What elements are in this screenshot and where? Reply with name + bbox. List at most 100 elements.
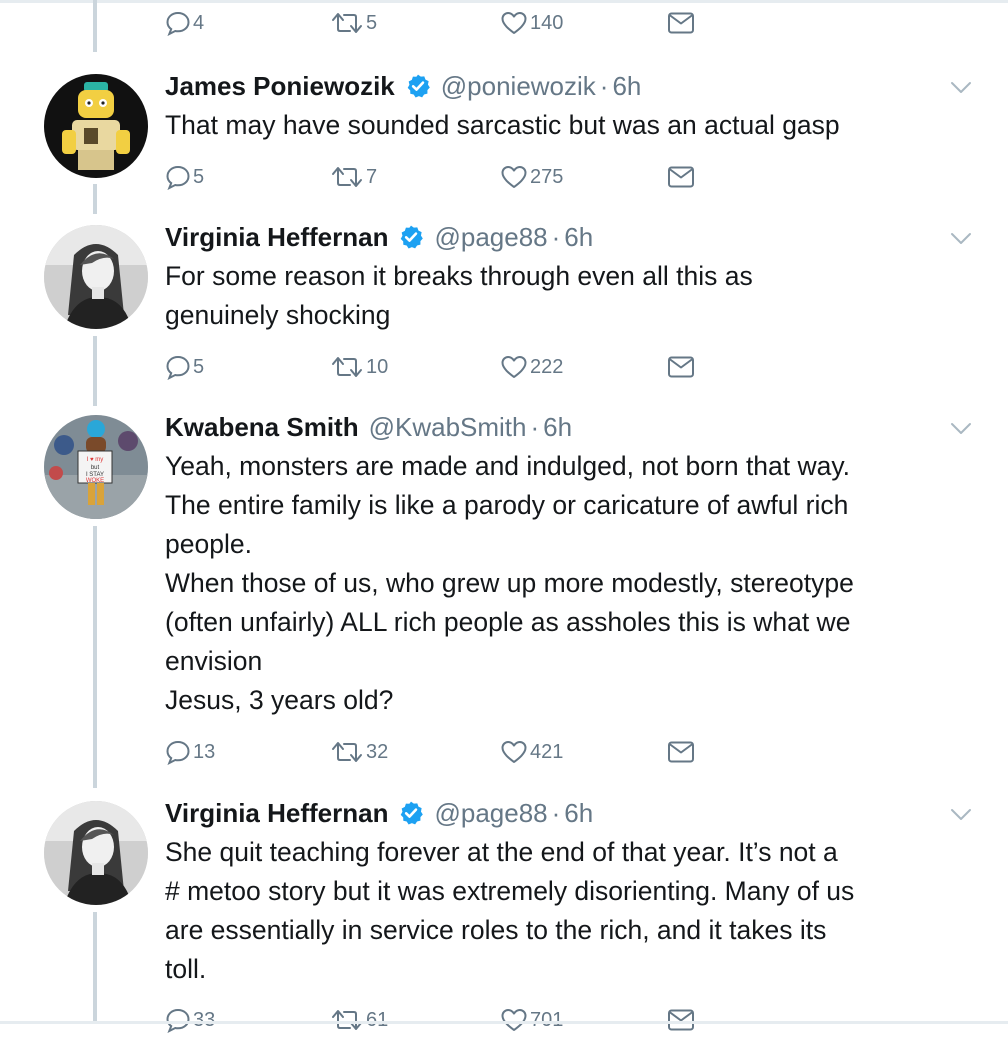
direct-message-icon <box>667 165 695 189</box>
like-icon <box>500 354 528 380</box>
display-name[interactable]: Virginia Heffernan <box>165 222 388 253</box>
direct-message-button[interactable] <box>667 350 695 384</box>
direct-message-icon <box>667 740 695 764</box>
like-count: 421 <box>530 740 564 763</box>
timestamp[interactable]: 6h <box>564 798 593 829</box>
like-button[interactable]: 140 <box>500 6 563 40</box>
retweet-count: 7 <box>366 165 378 188</box>
avatar[interactable] <box>44 801 148 905</box>
user-handle[interactable]: @KwabSmith <box>369 412 527 443</box>
retweet-icon <box>330 1007 364 1033</box>
verified-badge-icon <box>398 800 424 826</box>
retweet-count: 32 <box>366 740 389 763</box>
like-icon <box>500 164 528 190</box>
user-handle[interactable]: @poniewozik <box>441 71 596 102</box>
direct-message-icon <box>667 1008 695 1032</box>
woman-portrait-avatar <box>44 225 148 329</box>
reply-count: 5 <box>193 355 205 378</box>
reply-count: 33 <box>193 1008 216 1031</box>
like-icon <box>500 739 528 765</box>
tweet-text: For some reason it breaks through even a… <box>165 261 753 330</box>
chevron-down-icon[interactable] <box>950 231 972 247</box>
retweet-button[interactable]: 10 <box>330 350 388 384</box>
thread-line <box>93 526 97 788</box>
direct-message-icon <box>667 11 695 35</box>
chevron-down-icon[interactable] <box>950 421 972 437</box>
like-icon <box>500 1007 528 1033</box>
user-handle[interactable]: @page88 <box>434 798 547 829</box>
thread-line <box>93 0 97 52</box>
avatar[interactable] <box>44 225 148 329</box>
reply-button[interactable]: 33 <box>165 1003 215 1037</box>
reply-icon <box>165 354 191 380</box>
like-count: 275 <box>530 165 564 188</box>
reply-button[interactable]: 5 <box>165 160 204 194</box>
display-name[interactable]: James Poniewozik <box>165 71 395 102</box>
tweet-header: Kwabena Smith @KwabSmith · 6h <box>165 407 572 447</box>
tweet-text: That may have sounded sarcastic but was … <box>165 110 840 140</box>
svg-text:I ♥ my: I ♥ my <box>87 457 104 463</box>
like-count: 222 <box>530 355 564 378</box>
retweet-button[interactable]: 61 <box>330 1003 388 1037</box>
top-border <box>0 0 1008 3</box>
direct-message-button[interactable] <box>667 160 695 194</box>
timestamp[interactable]: 6h <box>612 71 641 102</box>
chevron-down-icon[interactable] <box>950 80 972 96</box>
retweet-button[interactable]: 5 <box>330 6 377 40</box>
like-count: 701 <box>530 1008 564 1031</box>
reply-count: 5 <box>193 165 205 188</box>
tweet-header: Virginia Heffernan @page88 · 6h <box>165 217 593 257</box>
separator-dot: · <box>551 797 561 828</box>
like-button[interactable]: 421 <box>500 735 563 769</box>
woman-portrait-avatar <box>44 801 148 905</box>
tweet-actions: 33 61 701 <box>165 1003 725 1037</box>
separator-dot: · <box>599 70 609 101</box>
like-button[interactable]: 222 <box>500 350 563 384</box>
tweet-actions: 5 10 222 <box>165 350 725 384</box>
tweet-actions: 4 5 140 <box>165 6 725 40</box>
reply-icon <box>165 164 191 190</box>
display-name[interactable]: Kwabena Smith <box>165 412 359 443</box>
reply-count: 4 <box>193 11 205 34</box>
reply-button[interactable]: 4 <box>165 6 204 40</box>
timestamp[interactable]: 6h <box>564 222 593 253</box>
like-count: 140 <box>530 11 564 34</box>
retweet-icon <box>330 164 364 190</box>
avatar[interactable]: I ♥ my but I STAY WOKE <box>44 415 148 519</box>
reply-button[interactable]: 5 <box>165 350 204 384</box>
reply-icon <box>165 739 191 765</box>
direct-message-button[interactable] <box>667 735 695 769</box>
direct-message-button[interactable] <box>667 1003 695 1037</box>
retweet-button[interactable]: 32 <box>330 735 388 769</box>
direct-message-button[interactable] <box>667 6 695 40</box>
reply-button[interactable]: 13 <box>165 735 215 769</box>
tweet-text: She quit teaching forever at the end of … <box>165 837 855 984</box>
chevron-down-icon[interactable] <box>950 807 972 823</box>
reply-icon <box>165 1007 191 1033</box>
separator-dot: · <box>530 411 540 442</box>
direct-message-icon <box>667 355 695 379</box>
retweet-count: 61 <box>366 1008 389 1031</box>
display-name[interactable]: Virginia Heffernan <box>165 798 388 829</box>
avatar[interactable] <box>44 74 148 178</box>
like-button[interactable]: 275 <box>500 160 563 194</box>
user-handle[interactable]: @page88 <box>434 222 547 253</box>
child-with-sign-avatar: I ♥ my but I STAY WOKE <box>44 415 148 519</box>
verified-badge-icon <box>405 73 431 99</box>
verified-badge-icon <box>398 224 424 250</box>
tweet-header: Virginia Heffernan @page88 · 6h <box>165 793 593 833</box>
timestamp[interactable]: 6h <box>543 412 572 443</box>
like-button[interactable]: 701 <box>500 1003 563 1037</box>
thread-line <box>93 336 97 406</box>
lego-figure-avatar <box>44 74 148 178</box>
like-icon <box>500 10 528 36</box>
retweet-button[interactable]: 7 <box>330 160 377 194</box>
thread-line <box>93 912 97 1024</box>
reply-count: 13 <box>193 740 216 763</box>
tweet-text: Yeah, monsters are made and indulged, no… <box>165 451 854 715</box>
separator-dot: · <box>551 221 561 252</box>
retweet-count: 5 <box>366 11 378 34</box>
retweet-icon <box>330 10 364 36</box>
thread-line <box>93 184 97 214</box>
svg-text:but: but <box>91 465 100 471</box>
